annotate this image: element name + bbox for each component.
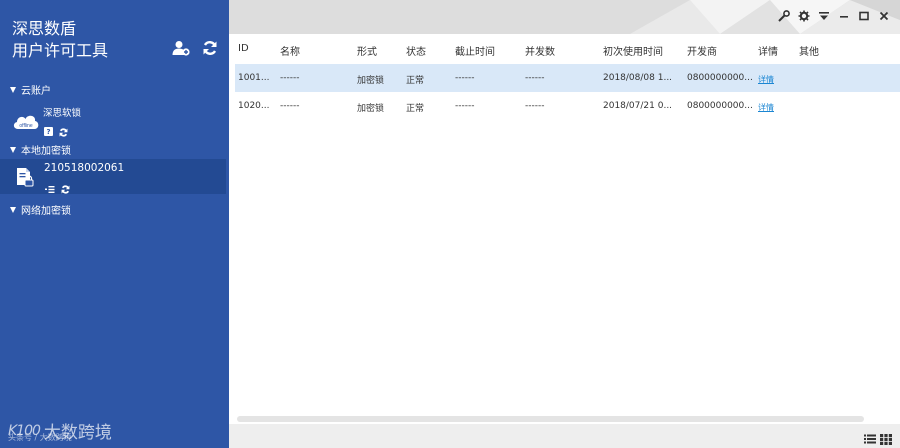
wrench-icon[interactable]	[778, 10, 790, 22]
cell-expire: ------	[455, 73, 475, 83]
settings-gear-icon[interactable]	[798, 10, 810, 22]
refresh-icon[interactable]	[202, 40, 218, 56]
column-header-developer[interactable]: 开发商	[687, 43, 717, 58]
close-icon[interactable]	[878, 10, 890, 22]
maximize-icon[interactable]	[858, 10, 870, 22]
column-header-expire[interactable]: 截止时间	[455, 43, 495, 58]
list-detail-icon[interactable]	[45, 179, 55, 198]
cloud-account-tools: ?	[44, 122, 68, 141]
table-header: ID 名称 形式 状态 截止时间 并发数 初次使用时间 开发商 详情 其他	[229, 40, 900, 60]
column-header-other[interactable]: 其他	[799, 43, 819, 58]
cloud-account-name[interactable]: 深思软锁	[43, 105, 81, 119]
section-network-dongles[interactable]: 网络加密锁	[10, 202, 71, 217]
section-label: 本地加密锁	[21, 146, 71, 157]
column-header-form[interactable]: 形式	[357, 43, 377, 58]
column-header-detail[interactable]: 详情	[758, 43, 778, 58]
cell-name: ------	[280, 73, 300, 83]
column-header-concurrency[interactable]: 并发数	[525, 43, 555, 58]
title-bar[interactable]	[229, 0, 900, 34]
section-cloud-accounts[interactable]: 云账户	[10, 82, 51, 97]
cell-id: 1020...	[238, 101, 270, 111]
expand-triangle-icon	[10, 146, 16, 153]
detail-link[interactable]: 详情	[758, 102, 774, 113]
bottom-bar	[229, 424, 900, 448]
expand-triangle-icon	[10, 86, 16, 93]
cell-id: 1001...	[238, 73, 270, 83]
main-panel: ID 名称 形式 状态 截止时间 并发数 初次使用时间 开发商 详情 其他 10…	[229, 0, 900, 448]
grid-view-icon[interactable]	[880, 430, 892, 445]
cell-form: 加密锁	[357, 104, 385, 114]
expand-triangle-icon	[10, 206, 16, 213]
app-title: 深思数盾 用户许可工具	[12, 18, 108, 62]
table-row[interactable]: 1001... ------ 加密锁 正常 ------ ------ 2018…	[235, 64, 900, 92]
add-user-icon[interactable]	[172, 40, 190, 56]
detail-link[interactable]: 详情	[758, 74, 774, 85]
dongle-tools	[45, 179, 70, 198]
app-title-line1: 深思数盾	[12, 19, 77, 38]
column-header-first-use[interactable]: 初次使用时间	[603, 43, 663, 58]
cell-state: 正常	[406, 76, 425, 86]
svg-text:offline: offline	[19, 123, 32, 129]
dropdown-menu-icon[interactable]	[818, 10, 830, 22]
cell-state: 正常	[406, 104, 425, 114]
column-header-state[interactable]: 状态	[406, 43, 426, 58]
sidebar-header-tools	[172, 40, 218, 56]
cell-name: ------	[280, 101, 300, 111]
cell-developer: 0800000000...	[687, 73, 753, 83]
cell-concurrency: ------	[525, 73, 545, 83]
cell-first-use: 2018/08/08 1...	[603, 73, 673, 83]
app-title-line2: 用户许可工具	[12, 41, 109, 60]
dongle-icon	[16, 167, 34, 191]
cloud-offline-icon: offline	[12, 112, 40, 134]
column-header-name[interactable]: 名称	[280, 43, 300, 58]
table-row[interactable]: 1020... ------ 加密锁 正常 ------ ------ 2018…	[235, 92, 900, 120]
section-label: 云账户	[21, 86, 51, 97]
column-header-id[interactable]: ID	[238, 43, 249, 54]
list-view-icon[interactable]	[864, 430, 876, 444]
refresh-small-icon[interactable]	[59, 122, 68, 141]
help-icon[interactable]: ?	[44, 127, 53, 136]
view-toggle	[864, 430, 892, 445]
sidebar: 深思数盾 用户许可工具 云账户 offline 深思软锁 ? 本地加密锁 210…	[0, 0, 229, 448]
section-local-dongles[interactable]: 本地加密锁	[10, 142, 71, 157]
cell-form: 加密锁	[357, 76, 385, 86]
horizontal-scrollbar[interactable]	[237, 416, 864, 422]
cell-concurrency: ------	[525, 101, 545, 111]
cell-expire: ------	[455, 101, 475, 111]
refresh-small-icon[interactable]	[61, 179, 70, 198]
section-label: 网络加密锁	[21, 206, 71, 217]
cell-first-use: 2018/07/21 0...	[603, 101, 673, 111]
window-controls	[778, 10, 890, 22]
minimize-icon[interactable]	[838, 10, 850, 22]
cell-developer: 0800000000...	[687, 101, 753, 111]
local-dongle-item[interactable]: 210518002061	[0, 159, 226, 194]
watermark-subtext: 头条号 / 大数跨境	[8, 433, 72, 442]
dongle-id: 210518002061	[44, 162, 125, 174]
